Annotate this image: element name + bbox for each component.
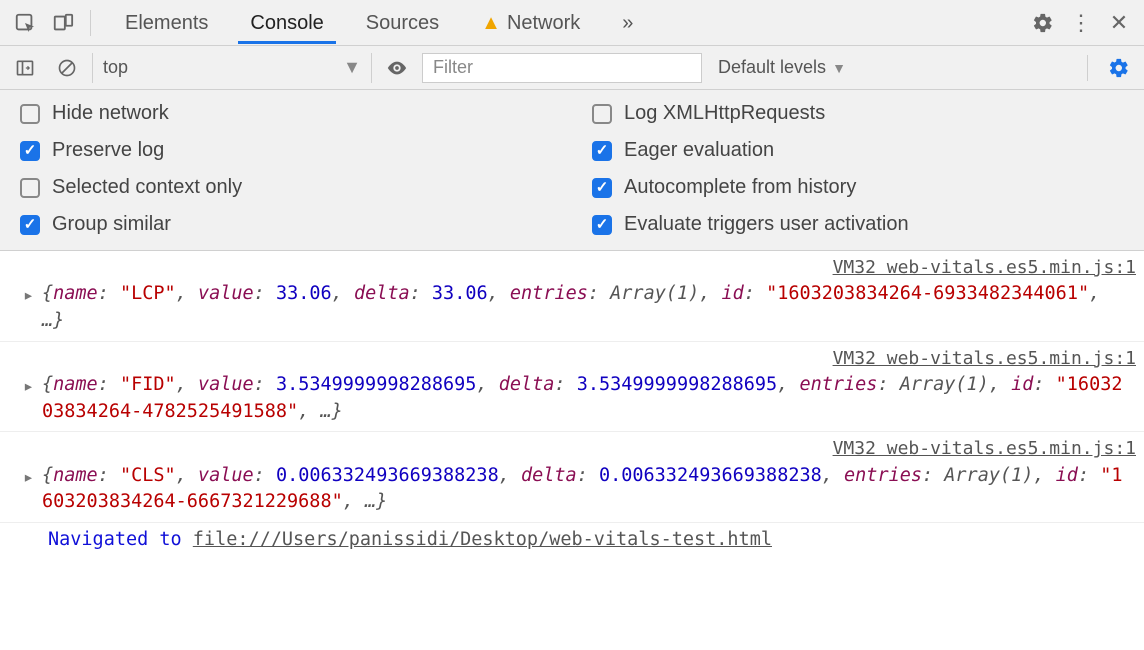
console-settings-panel: Hide network Log XMLHttpRequests Preserv… (0, 90, 1144, 251)
panel-tabs: Elements Console Sources ▲ Network » (113, 2, 645, 44)
message-source-link[interactable]: VM32 web-vitals.es5.min.js:1 (833, 436, 1136, 462)
warning-icon: ▲ (481, 12, 501, 34)
console-message: VM32 web-vitals.es5.min.js:1 ▸{name: "LCP… (0, 251, 1144, 342)
separator (90, 10, 91, 36)
tab-network-label: Network (507, 12, 580, 34)
checkbox-preserve-log[interactable]: Preserve log (20, 139, 552, 162)
checkbox-label: Eager evaluation (624, 139, 774, 162)
clear-console-icon[interactable] (50, 51, 84, 85)
checkbox-log-xhr[interactable]: Log XMLHttpRequests (592, 102, 1124, 125)
tabs-overflow[interactable]: » (610, 2, 645, 44)
console-settings-gear-icon[interactable] (1102, 51, 1136, 85)
checkbox-selected-context[interactable]: Selected context only (20, 176, 552, 199)
logged-object[interactable]: {name: "FID", value: 3.5349999998288695,… (42, 372, 1136, 426)
device-toggle-icon[interactable] (46, 6, 80, 40)
checkbox-label: Log XMLHttpRequests (624, 102, 825, 125)
close-icon[interactable]: ✕ (1102, 6, 1136, 40)
expand-arrow-icon[interactable]: ▸ (8, 463, 42, 492)
expand-arrow-icon[interactable]: ▸ (8, 372, 42, 401)
filter-input[interactable] (422, 53, 702, 83)
console-sub-toolbar: top ▼ Default levels ▼ (0, 46, 1144, 90)
inspect-icon[interactable] (8, 6, 42, 40)
checkbox-icon (592, 178, 612, 198)
sidebar-toggle-icon[interactable] (8, 51, 42, 85)
console-message: VM32 web-vitals.es5.min.js:1 ▸{name: "CLS… (0, 432, 1144, 523)
log-levels-selector[interactable]: Default levels ▼ (710, 57, 854, 78)
checkbox-label: Selected context only (52, 176, 242, 199)
checkbox-label: Hide network (52, 102, 169, 125)
checkbox-autocomplete-history[interactable]: Autocomplete from history (592, 176, 1124, 199)
chevron-down-icon: ▼ (343, 57, 361, 78)
console-message: VM32 web-vitals.es5.min.js:1 ▸{name: "FID… (0, 342, 1144, 433)
checkbox-label: Group similar (52, 213, 171, 236)
checkbox-icon (20, 215, 40, 235)
separator (1087, 55, 1088, 81)
logged-object[interactable]: {name: "CLS", value: 0.00633249366938823… (42, 463, 1136, 517)
log-levels-label: Default levels (718, 57, 826, 78)
message-source-link[interactable]: VM32 web-vitals.es5.min.js:1 (833, 346, 1136, 372)
live-expression-icon[interactable] (380, 51, 414, 85)
checkbox-icon (20, 178, 40, 198)
checkbox-icon (20, 141, 40, 161)
message-source-link[interactable]: VM32 web-vitals.es5.min.js:1 (833, 255, 1136, 281)
logged-object[interactable]: {name: "LCP", value: 33.06, delta: 33.06… (42, 281, 1136, 335)
context-selected: top (103, 57, 128, 78)
checkbox-icon (592, 215, 612, 235)
checkbox-icon (20, 104, 40, 124)
checkbox-label: Autocomplete from history (624, 176, 856, 199)
tab-network[interactable]: ▲ Network (469, 2, 592, 44)
console-output: VM32 web-vitals.es5.min.js:1▸{name: "LCP… (0, 251, 1144, 558)
checkbox-icon (592, 104, 612, 124)
context-selector[interactable]: top ▼ (92, 53, 372, 83)
checkbox-label: Preserve log (52, 139, 164, 162)
tab-console[interactable]: Console (238, 2, 335, 44)
expand-arrow-icon[interactable]: ▸ (8, 281, 42, 310)
navigation-prefix: Navigated to (48, 529, 193, 550)
navigation-url[interactable]: file:///Users/panissidi/Desktop/web-vita… (193, 529, 772, 550)
devtools-main-toolbar: Elements Console Sources ▲ Network » ⋮ ✕ (0, 0, 1144, 46)
tab-elements[interactable]: Elements (113, 2, 220, 44)
kebab-menu-icon[interactable]: ⋮ (1064, 6, 1098, 40)
checkbox-evaluate-triggers[interactable]: Evaluate triggers user activation (592, 213, 1124, 236)
checkbox-icon (592, 141, 612, 161)
chevron-down-icon: ▼ (832, 60, 846, 76)
settings-gear-icon[interactable] (1026, 6, 1060, 40)
checkbox-group-similar[interactable]: Group similar (20, 213, 552, 236)
navigation-message: Navigated to file:///Users/panissidi/Des… (0, 523, 1144, 558)
tab-sources[interactable]: Sources (354, 2, 451, 44)
checkbox-label: Evaluate triggers user activation (624, 213, 909, 236)
checkbox-hide-network[interactable]: Hide network (20, 102, 552, 125)
checkbox-eager-eval[interactable]: Eager evaluation (592, 139, 1124, 162)
